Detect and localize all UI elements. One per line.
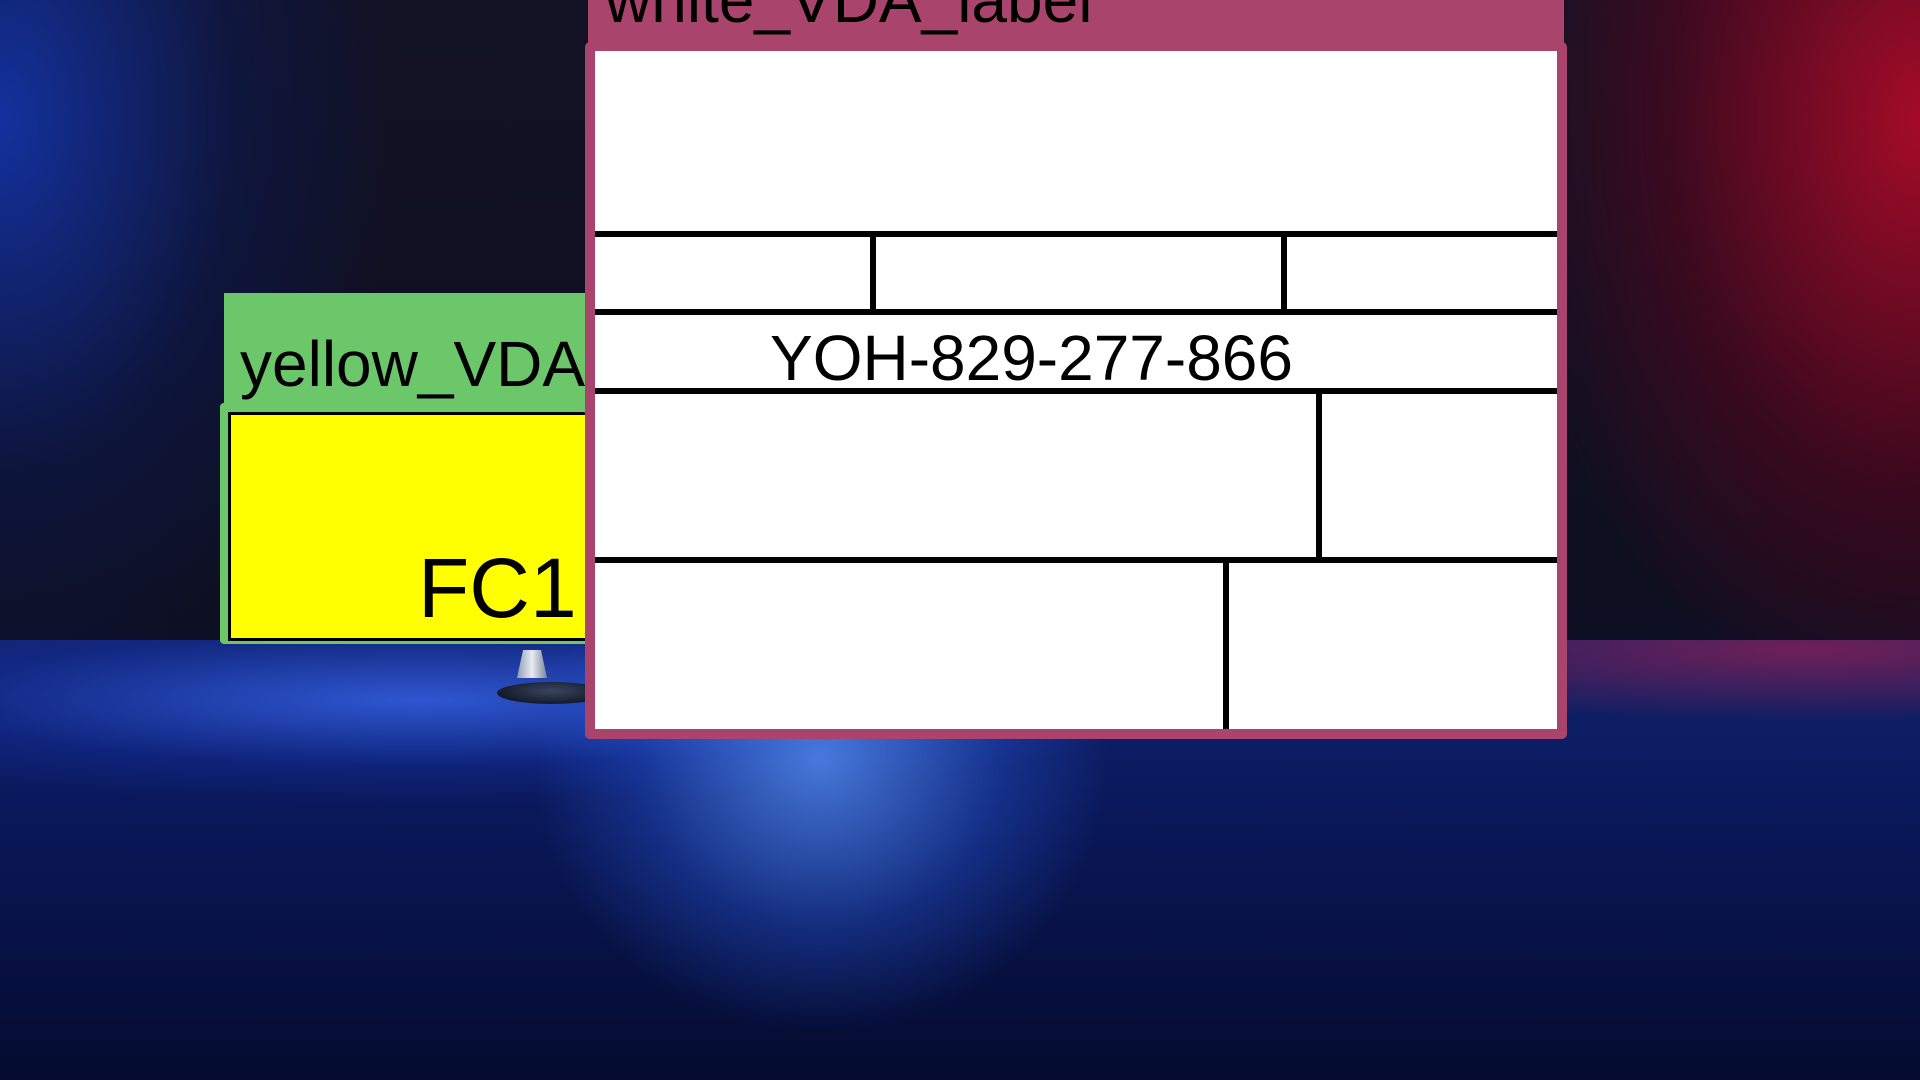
- form-cell-divider-2: [1281, 234, 1287, 312]
- form-cell-divider-3: [1316, 391, 1322, 560]
- yellow-vda-label-text: FC1: [418, 541, 577, 635]
- label-code-field: YOH-829-277-866: [595, 318, 1557, 398]
- label-code-text: YOH-829-277-866: [770, 322, 1293, 394]
- yellow-vda-titlebar[interactable]: yellow_VDA: [224, 293, 644, 405]
- form-cell-divider-4: [1223, 560, 1229, 729]
- form-divider-2: [595, 309, 1557, 315]
- form-divider-1: [595, 231, 1557, 237]
- yellow-vda-frame: FC1: [220, 403, 644, 644]
- lamp-stem: [517, 650, 547, 678]
- white-vda-label-title: white_VDA_label: [605, 0, 1093, 36]
- desktop-scene: yellow_VDA FC1 white_VDA_label YOH-829-2…: [0, 0, 1920, 1080]
- form-divider-4: [595, 557, 1557, 563]
- yellow-vda-title: yellow_VDA: [240, 328, 586, 400]
- yellow-vda-label[interactable]: FC1: [228, 412, 644, 641]
- form-cell-divider-1: [870, 234, 876, 312]
- yellow-vda-window[interactable]: yellow_VDA FC1: [220, 293, 644, 650]
- white-vda-label-form[interactable]: YOH-829-277-866: [595, 51, 1557, 729]
- white-vda-label-frame: YOH-829-277-866: [585, 42, 1567, 739]
- white-vda-label-window[interactable]: white_VDA_label YOH-829-277-866: [585, 0, 1567, 740]
